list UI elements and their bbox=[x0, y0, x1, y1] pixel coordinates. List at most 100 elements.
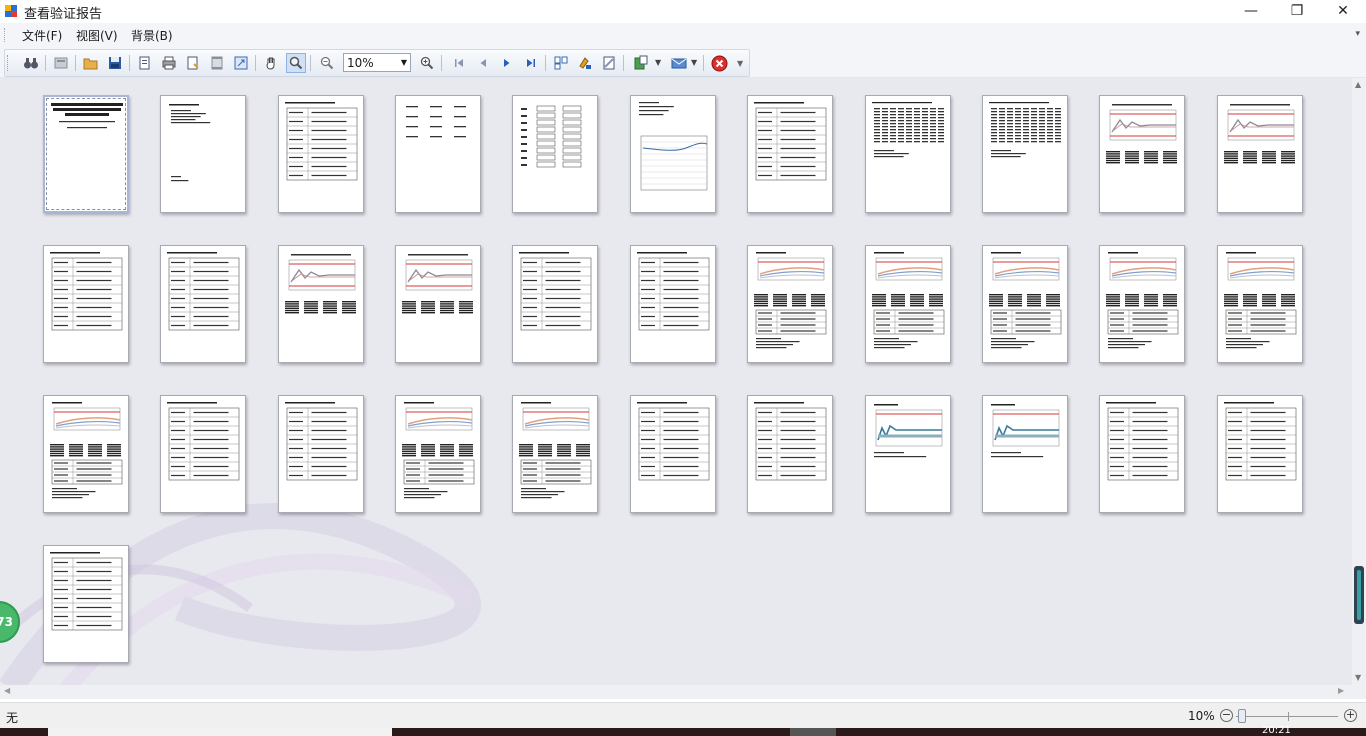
page-thumbnail[interactable] bbox=[278, 395, 364, 513]
scroll-right-icon[interactable]: ▶ bbox=[1338, 686, 1344, 695]
page-content-preview bbox=[402, 254, 473, 314]
page-content-preview bbox=[989, 102, 1061, 158]
page-selection-outline bbox=[46, 98, 126, 210]
page-thumbnail[interactable] bbox=[982, 395, 1068, 513]
maximize-button[interactable]: ❐ bbox=[1274, 0, 1320, 23]
page-thumbnail[interactable] bbox=[1217, 95, 1303, 213]
magnifier-icon[interactable] bbox=[286, 53, 306, 73]
menu-background[interactable]: 背景(B) bbox=[131, 27, 173, 44]
page-thumbnail[interactable] bbox=[160, 245, 246, 363]
thumbnails-icon[interactable] bbox=[51, 53, 71, 73]
scroll-down-icon[interactable]: ▼ bbox=[1355, 673, 1361, 682]
page-thumbnail[interactable] bbox=[1099, 245, 1185, 363]
window-title: 查看验证报告 bbox=[24, 7, 103, 22]
chevron-down-icon[interactable]: ▼ bbox=[401, 58, 407, 67]
page-thumbnail[interactable] bbox=[160, 395, 246, 513]
chevron-down-icon[interactable]: ▼ bbox=[691, 58, 697, 67]
first-page-icon[interactable] bbox=[449, 53, 469, 73]
horizontal-scrollbar[interactable]: ◀ ▶ bbox=[0, 685, 1366, 699]
zoom-slider-thumb[interactable] bbox=[1238, 709, 1246, 723]
next-page-icon[interactable] bbox=[497, 53, 517, 73]
find-icon[interactable] bbox=[21, 53, 41, 73]
page-thumbnail[interactable] bbox=[865, 95, 951, 213]
page-content-preview bbox=[50, 402, 123, 499]
page-thumbnail[interactable] bbox=[278, 245, 364, 363]
save-icon[interactable] bbox=[105, 53, 125, 73]
open-icon[interactable] bbox=[81, 53, 101, 73]
page-thumbnail[interactable] bbox=[278, 95, 364, 213]
chevron-down-icon[interactable]: ▾ bbox=[1355, 29, 1360, 39]
page-thumbnail[interactable] bbox=[1099, 95, 1185, 213]
close-button[interactable]: ✕ bbox=[1320, 0, 1366, 23]
page-thumbnail[interactable] bbox=[747, 95, 833, 213]
multiple-pages-icon[interactable] bbox=[551, 53, 571, 73]
previous-page-icon[interactable] bbox=[473, 53, 493, 73]
zoom-in-icon[interactable] bbox=[417, 53, 437, 73]
page-thumbnail[interactable] bbox=[395, 395, 481, 513]
menu-view[interactable]: 视图(V) bbox=[76, 27, 118, 44]
page-thumbnail[interactable] bbox=[982, 245, 1068, 363]
taskbar-app-button[interactable] bbox=[790, 728, 836, 736]
toolbar-separator bbox=[545, 55, 546, 71]
page-content-preview bbox=[285, 102, 358, 181]
page-content-preview bbox=[637, 252, 710, 331]
color-icon[interactable] bbox=[575, 53, 595, 73]
minimize-button[interactable]: — bbox=[1228, 0, 1274, 23]
zoom-slider-track[interactable] bbox=[1236, 716, 1338, 717]
page-thumbnail[interactable] bbox=[747, 395, 833, 513]
zoom-out-icon[interactable] bbox=[317, 53, 337, 73]
page-content-preview bbox=[285, 254, 356, 314]
page-thumbnail[interactable] bbox=[630, 395, 716, 513]
zoom-plus-button[interactable]: + bbox=[1344, 709, 1357, 722]
zoom-minus-button[interactable]: − bbox=[1220, 709, 1233, 722]
page-thumbnail[interactable] bbox=[630, 245, 716, 363]
page-thumbnail[interactable] bbox=[630, 95, 716, 213]
page-thumbnail[interactable] bbox=[1217, 245, 1303, 363]
status-bar: 无 10% − + bbox=[0, 702, 1366, 729]
last-page-icon[interactable] bbox=[521, 53, 541, 73]
watermark-icon[interactable] bbox=[599, 53, 619, 73]
page-content-preview bbox=[402, 402, 475, 499]
page-thumbnail[interactable] bbox=[512, 95, 598, 213]
menu-bar: 文件(F) 视图(V) 背景(B) ▾ bbox=[0, 23, 1366, 47]
page-content-preview bbox=[1106, 104, 1177, 164]
hand-tool-icon[interactable] bbox=[262, 53, 282, 73]
page-thumbnail[interactable] bbox=[512, 395, 598, 513]
page-thumbnail[interactable] bbox=[865, 395, 951, 513]
page-thumbnail[interactable] bbox=[43, 245, 129, 363]
preview-workspace[interactable]: 73 bbox=[0, 78, 1352, 685]
chevron-down-icon[interactable]: ▼ bbox=[655, 58, 661, 67]
menu-file[interactable]: 文件(F) bbox=[22, 27, 62, 44]
toolbar-overflow-icon[interactable]: ▼ bbox=[737, 59, 743, 68]
page-thumbnail[interactable] bbox=[395, 95, 481, 213]
zoom-combo[interactable]: 10% ▼ bbox=[343, 53, 411, 72]
page-thumbnail[interactable] bbox=[43, 545, 129, 663]
page-content-preview bbox=[285, 402, 358, 481]
taskbar-search-box[interactable] bbox=[48, 728, 392, 736]
quick-print-icon[interactable] bbox=[183, 53, 203, 73]
floating-assistant-badge[interactable]: 73 bbox=[0, 601, 20, 643]
page-setup-icon[interactable] bbox=[135, 53, 155, 73]
page-thumbnail[interactable] bbox=[160, 95, 246, 213]
scale-icon[interactable] bbox=[231, 53, 251, 73]
export-icon[interactable] bbox=[631, 53, 651, 73]
page-thumbnail[interactable] bbox=[1099, 395, 1185, 513]
page-thumbnail[interactable] bbox=[982, 95, 1068, 213]
page-thumbnail[interactable] bbox=[865, 245, 951, 363]
send-email-icon[interactable] bbox=[669, 53, 689, 73]
vertical-scrollbar[interactable]: ▲ ▼ bbox=[1352, 78, 1366, 685]
page-thumbnail[interactable] bbox=[43, 95, 129, 213]
close-preview-icon[interactable] bbox=[709, 53, 729, 73]
scroll-left-icon[interactable]: ◀ bbox=[4, 686, 10, 695]
page-thumbnail[interactable] bbox=[512, 245, 598, 363]
page-thumbnail[interactable] bbox=[395, 245, 481, 363]
scroll-up-icon[interactable]: ▲ bbox=[1355, 80, 1361, 89]
page-content-preview bbox=[169, 104, 211, 182]
page-thumbnail[interactable] bbox=[43, 395, 129, 513]
page-thumbnail[interactable] bbox=[747, 245, 833, 363]
toolbar-grip[interactable] bbox=[7, 55, 10, 71]
print-icon[interactable] bbox=[159, 53, 179, 73]
page-content-preview bbox=[167, 402, 240, 481]
page-thumbnail[interactable] bbox=[1217, 395, 1303, 513]
header-footer-icon[interactable] bbox=[207, 53, 227, 73]
